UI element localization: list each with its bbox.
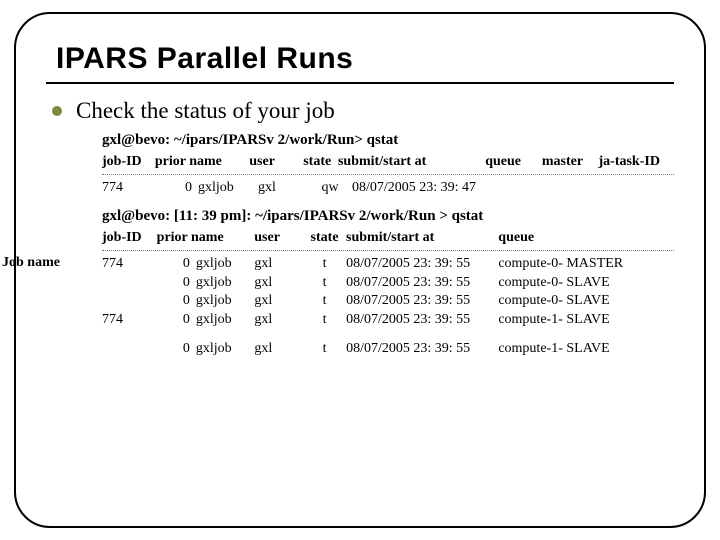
qstat-output-2: gxl@bevo: [11: 39 pm]: ~/ipars/IPARSv 2/…	[102, 208, 674, 359]
table2-row: 0gxljobgxlt08/07/2005 23: 39: 55compute-…	[102, 292, 674, 311]
hdr-submit: submit/start at	[346, 229, 498, 248]
title-divider	[46, 82, 674, 84]
slide-frame: IPARS Parallel Runs Check the status of …	[14, 12, 706, 528]
slide-title: IPARS Parallel Runs	[56, 42, 674, 76]
table1-divider	[102, 174, 674, 175]
cell-state: t	[303, 292, 346, 311]
cell-jobid	[102, 340, 157, 359]
cell-submit: 08/07/2005 23: 39: 55	[346, 311, 498, 330]
cell-user: gxl	[254, 274, 303, 293]
table2-divider	[102, 250, 674, 251]
cell-name: gxljob	[196, 311, 255, 330]
cell-submit: 08/07/2005 23: 39: 47	[352, 179, 508, 198]
cell-name: gxljob	[196, 340, 255, 359]
table1-row: 774 0 gxljob gxl qw 08/07/2005 23: 39: 4…	[102, 179, 674, 198]
cell-state: t	[303, 274, 346, 293]
command-line-2: gxl@bevo: [11: 39 pm]: ~/ipars/IPARSv 2/…	[102, 208, 674, 225]
cell-state: qw	[308, 179, 352, 198]
hdr-master: master	[542, 153, 599, 172]
hdr-user: user	[254, 229, 303, 248]
hdr-task: ja-task-ID	[599, 153, 675, 172]
cell-jobid	[102, 292, 157, 311]
cell-state: t	[303, 311, 346, 330]
hdr-submit: submit/start at	[338, 153, 485, 172]
cell-jobid: 774	[102, 311, 157, 330]
hdr-queue: queue	[498, 229, 674, 248]
cell-submit: 08/07/2005 23: 39: 55	[346, 274, 498, 293]
cell-prior: 0	[157, 311, 196, 330]
cell-prior: 0	[157, 274, 196, 293]
cell-queue: compute-1- SLAVE	[498, 311, 674, 330]
cell-jobid: 774	[102, 179, 158, 198]
cell-jobid: 774	[102, 255, 157, 274]
cell-queue: compute-1- SLAVE	[498, 340, 674, 359]
hdr-jobid: job-ID	[102, 153, 155, 172]
cell-user: gxl	[254, 340, 303, 359]
table2-header: job-ID prior name user state submit/star…	[102, 229, 674, 248]
cell-user: gxl	[254, 311, 303, 330]
hdr-state: state	[303, 229, 346, 248]
table2-row: 7740gxljobgxlt08/07/2005 23: 39: 55compu…	[102, 255, 674, 274]
cell-submit: 08/07/2005 23: 39: 55	[346, 255, 498, 274]
table2-row: 0gxljobgxlt08/07/2005 23: 39: 55compute-…	[102, 340, 674, 359]
table2-row: 7740gxljobgxlt08/07/2005 23: 39: 55compu…	[102, 311, 674, 330]
cell-user: gxl	[254, 255, 303, 274]
annotation-jobname: Job name	[2, 255, 60, 271]
cell-name: gxljob	[196, 274, 255, 293]
cell-queue: compute-0- MASTER	[498, 255, 674, 274]
table2-row: 0gxljobgxlt08/07/2005 23: 39: 55compute-…	[102, 274, 674, 293]
cell-user: gxl	[254, 292, 303, 311]
cell-name: gxljob	[196, 255, 255, 274]
hdr-priorname: prior name	[155, 153, 249, 172]
cell-name: gxljob	[198, 179, 258, 198]
cell-prior: 0	[157, 255, 196, 274]
bullet-icon	[52, 106, 62, 116]
cell-jobid	[102, 274, 157, 293]
hdr-queue: queue	[485, 153, 542, 172]
cell-queue: compute-0- SLAVE	[498, 274, 674, 293]
cell-state: t	[303, 255, 346, 274]
cell-queue: compute-0- SLAVE	[498, 292, 674, 311]
cell-state: t	[303, 340, 346, 359]
cell-prior: 0	[157, 292, 196, 311]
cell-name: gxljob	[196, 292, 255, 311]
hdr-jobid: job-ID	[102, 229, 157, 248]
cell-prior: 0	[157, 340, 196, 359]
table1-header: job-ID prior name user state submit/star…	[102, 153, 674, 172]
cell-user: gxl	[258, 179, 308, 198]
qstat-output-1: gxl@bevo: ~/ipars/IPARSv 2/work/Run> qst…	[102, 132, 674, 198]
bullet-item: Check the status of your job	[52, 98, 674, 124]
cell-submit: 08/07/2005 23: 39: 55	[346, 292, 498, 311]
cell-prior: 0	[158, 179, 198, 198]
hdr-priorname: prior name	[157, 229, 255, 248]
command-line-1: gxl@bevo: ~/ipars/IPARSv 2/work/Run> qst…	[102, 132, 674, 149]
hdr-state: state	[296, 153, 338, 172]
hdr-user: user	[249, 153, 296, 172]
cell-submit: 08/07/2005 23: 39: 55	[346, 340, 498, 359]
bullet-text: Check the status of your job	[76, 98, 335, 124]
